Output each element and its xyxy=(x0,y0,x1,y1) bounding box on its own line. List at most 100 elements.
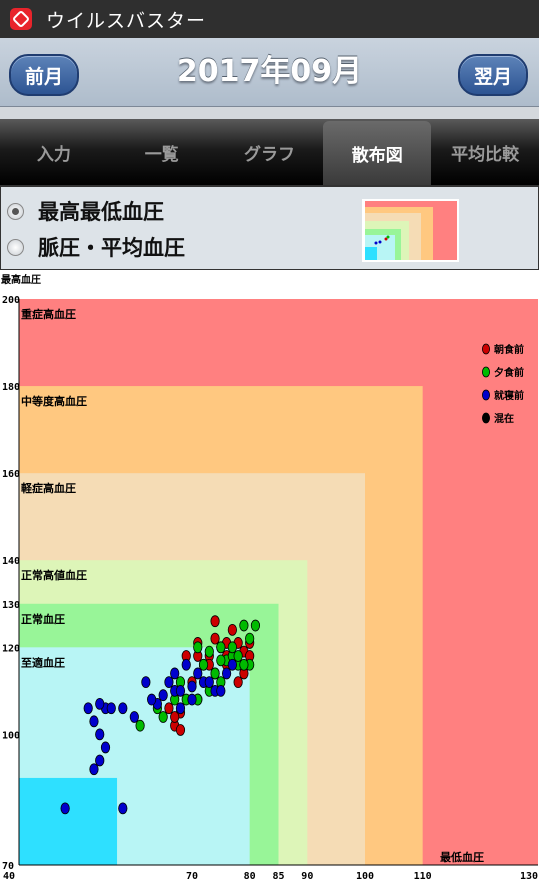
option-pulse-mean[interactable]: 脈圧・平均血圧 xyxy=(7,232,185,262)
legend-label: 夕食前 xyxy=(494,366,524,379)
data-point-evening xyxy=(227,641,237,654)
zone-label: 重症高血圧 xyxy=(21,307,76,321)
data-point-bedtime xyxy=(106,702,116,715)
tab-list[interactable]: 一覧 xyxy=(108,119,216,185)
data-point-bedtime xyxy=(175,684,186,697)
data-point-morning xyxy=(170,711,180,723)
y-tick-label: 140 xyxy=(2,556,20,567)
data-point-morning xyxy=(210,615,220,628)
x-tick-label: 100 xyxy=(356,871,374,882)
option-label: 脈圧・平均血圧 xyxy=(38,236,185,260)
app-titlebar: ウイルスバスター xyxy=(0,0,539,38)
scatter-chart: 重症高血圧中等度高血圧 軽症高血圧正常高値血圧 正常血圧至適血圧 70 100 120 1… xyxy=(0,268,539,885)
zone-6 xyxy=(19,777,118,865)
data-point-bedtime xyxy=(118,802,128,815)
zone-label: 中等度高血圧 xyxy=(21,394,87,408)
data-point-morning xyxy=(227,623,237,636)
data-point-bedtime xyxy=(141,676,151,689)
data-point-bedtime xyxy=(129,711,139,723)
legend-label: 朝食前 xyxy=(494,343,524,356)
x-axis-title: 最低血圧 xyxy=(440,850,484,864)
data-point-bedtime xyxy=(164,676,174,689)
data-point-bedtime xyxy=(216,684,226,697)
tab-graph[interactable]: グラフ xyxy=(216,119,324,185)
x-tick-label: 40 xyxy=(3,871,15,882)
data-point-bedtime xyxy=(95,728,105,741)
data-point-bedtime xyxy=(187,693,197,706)
tab-scatter[interactable]: 散布図 xyxy=(323,121,432,185)
data-point-bedtime xyxy=(181,658,191,671)
y-tick-label: 100 xyxy=(2,730,20,741)
data-point-evening xyxy=(216,654,226,667)
data-point-bedtime xyxy=(95,754,105,767)
chart-thumbnail[interactable] xyxy=(362,199,459,262)
data-point-bedtime xyxy=(60,802,70,815)
data-point-bedtime xyxy=(227,658,237,671)
zone-label: 正常高値血圧 xyxy=(21,568,87,582)
data-point-bedtime xyxy=(95,698,105,710)
radio-button-selected[interactable] xyxy=(7,202,24,220)
data-point-bedtime xyxy=(89,763,99,776)
tab-bar: 入力 一覧 グラフ 散布図 平均比較 xyxy=(0,119,539,185)
y-axis-title: 最高血圧 xyxy=(1,273,41,286)
data-point-bedtime xyxy=(170,667,180,680)
next-month-button[interactable]: 翌月 xyxy=(457,54,528,96)
data-point-evening xyxy=(245,632,255,645)
x-tick-label: 110 xyxy=(414,871,432,882)
data-point-evening xyxy=(210,667,220,680)
y-tick-label: 160 xyxy=(2,469,20,480)
legend-marker-morning xyxy=(481,343,490,355)
tab-average-compare[interactable]: 平均比較 xyxy=(431,119,539,185)
data-point-evening xyxy=(135,719,145,732)
x-tick-label: 85 xyxy=(272,871,284,882)
data-point-bedtime xyxy=(100,741,111,754)
data-point-bedtime xyxy=(118,702,128,715)
zone-label: 至適血圧 xyxy=(21,655,65,669)
option-label: 最高最低血圧 xyxy=(38,200,164,224)
data-point-bedtime xyxy=(187,680,197,693)
data-point-bedtime xyxy=(222,667,232,680)
plot-mode-options: 最高最低血圧 脈圧・平均血圧 xyxy=(0,185,539,270)
data-point-bedtime xyxy=(175,702,186,715)
zone-label: 正常血圧 xyxy=(21,612,65,626)
data-point-bedtime xyxy=(204,676,214,689)
legend-label: 就寝前 xyxy=(494,389,524,402)
month-navigation-bar: 前月 2017年09月 翌月 xyxy=(0,38,539,107)
tab-input[interactable]: 入力 xyxy=(0,119,108,185)
data-point-morning xyxy=(175,724,186,736)
scatter-chart-svg: 重症高血圧中等度高血圧軽症高血圧正常高値血圧正常血圧至適血圧 70 100 120 1… xyxy=(1,273,538,882)
data-point-evening xyxy=(239,619,249,632)
data-point-morning xyxy=(233,676,243,689)
y-tick-label: 130 xyxy=(2,600,20,611)
data-point-bedtime xyxy=(193,667,203,680)
legend-marker-mixed xyxy=(481,412,490,424)
option-systolic-diastolic[interactable]: 最高最低血圧 xyxy=(7,196,164,226)
data-point-bedtime xyxy=(147,693,157,706)
data-point-bedtime xyxy=(83,702,93,715)
data-point-morning xyxy=(210,632,220,645)
data-point-evening xyxy=(158,711,168,723)
y-tick-label: 120 xyxy=(2,643,20,654)
legend-marker-bedtime xyxy=(481,389,490,401)
x-tick-label: 80 xyxy=(244,871,256,882)
app-title: ウイルスバスター xyxy=(46,9,207,32)
data-point-evening xyxy=(216,641,226,654)
data-point-evening xyxy=(239,658,249,671)
legend-label: 混在 xyxy=(494,412,514,425)
zone-label: 軽症高血圧 xyxy=(21,481,76,495)
radio-button[interactable] xyxy=(7,238,24,256)
y-tick-label: 200 xyxy=(2,295,20,306)
x-tick-label: 90 xyxy=(301,871,313,882)
separator xyxy=(0,107,539,119)
data-point-bedtime xyxy=(89,715,99,728)
x-tick-label: 130 xyxy=(520,871,538,882)
data-point-evening xyxy=(204,645,214,658)
data-point-evening xyxy=(250,619,261,632)
data-point-morning xyxy=(164,702,174,715)
data-point-bedtime xyxy=(158,689,168,702)
virusbuster-app-icon xyxy=(10,8,32,30)
data-point-evening xyxy=(193,641,203,654)
legend-marker-evening xyxy=(481,366,490,378)
x-tick-label: 70 xyxy=(186,871,198,882)
data-point-evening xyxy=(233,650,243,662)
